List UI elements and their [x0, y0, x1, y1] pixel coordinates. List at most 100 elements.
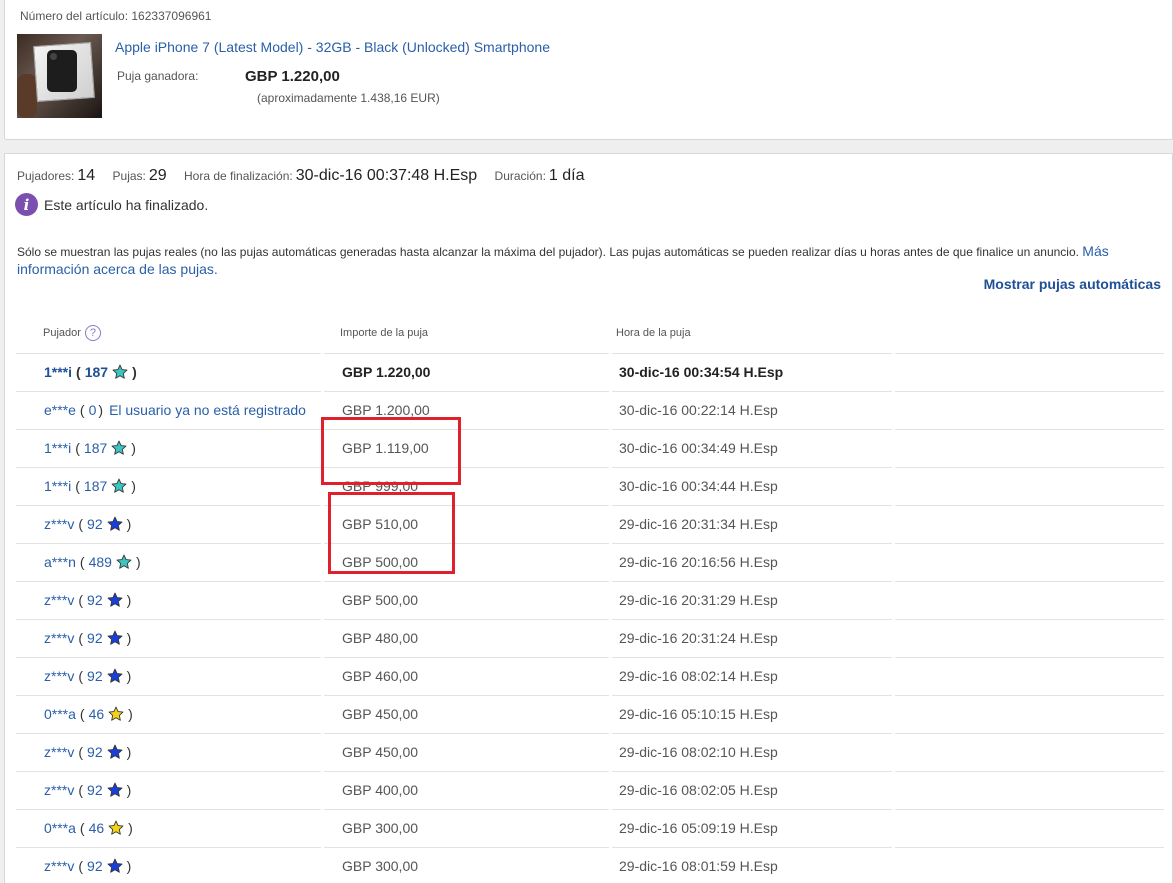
bid-time: 29-dic-16 08:01:59 H.Esp: [612, 847, 892, 883]
bid-amount: GBP 1.220,00: [324, 353, 609, 390]
winning-bid-label: Puja ganadora:: [117, 69, 199, 83]
bid-amount: GBP 450,00: [324, 733, 609, 770]
bid-time: 29-dic-16 05:09:19 H.Esp: [612, 809, 892, 846]
bidder-name[interactable]: a***n: [44, 554, 76, 570]
feedback-score[interactable]: 92: [87, 516, 103, 532]
table-row: 1***i(187) GBP 1.220,00 30-dic-16 00:34:54…: [16, 353, 1164, 391]
bids-count: 29: [148, 167, 167, 184]
table-row: z***v(92) GBP 450,00 29-dic-16 08:02:10 H.…: [16, 733, 1164, 771]
bidder-cell: z***v(92): [16, 771, 321, 808]
bidder-name[interactable]: z***v: [44, 630, 74, 646]
feedback-score[interactable]: 92: [87, 782, 103, 798]
bidders-count: 14: [77, 167, 96, 184]
table-row: z***v(92) GBP 510,00 29-dic-16 20:31:34 H.…: [16, 505, 1164, 543]
feedback-score[interactable]: 46: [89, 820, 105, 836]
bidder-cell: z***v(92): [16, 847, 321, 883]
table-row: z***v(92) GBP 500,00 29-dic-16 20:31:29 H.…: [16, 581, 1164, 619]
bidder-cell: 1***i(187): [16, 429, 321, 466]
bidder-cell: 0***a(46): [16, 809, 321, 846]
end-time-value: 30-dic-16 00:37:48 H.Esp: [295, 167, 478, 184]
feedback-score[interactable]: 92: [87, 744, 103, 760]
table-row: 1***i(187) GBP 999,00 30-dic-16 00:34:44 H…: [16, 467, 1164, 505]
feedback-score[interactable]: 92: [87, 668, 103, 684]
feedback-score[interactable]: 92: [87, 630, 103, 646]
bid-rows: 1***i(187) GBP 1.220,00 30-dic-16 00:34:54…: [16, 353, 1164, 883]
bidder-name[interactable]: 0***a: [44, 820, 76, 836]
bid-amount: GBP 300,00: [324, 809, 609, 846]
show-automatic-bids-link[interactable]: Mostrar pujas automáticas: [984, 276, 1161, 292]
bid-amount: GBP 300,00: [324, 847, 609, 883]
help-icon[interactable]: ?: [84, 325, 101, 341]
ended-notice-text: Este artículo ha finalizado.: [44, 196, 209, 213]
bid-time: 29-dic-16 20:31:29 H.Esp: [612, 581, 892, 618]
header-time: Hora de la puja: [616, 327, 691, 339]
feedback-star-icon[interactable]: [116, 554, 132, 570]
end-time-label: Hora de finalización:: [184, 169, 293, 183]
unregistered-note: El usuario ya no está registrado: [109, 402, 306, 418]
bidder-cell: z***v(92): [16, 657, 321, 694]
feedback-score[interactable]: 92: [87, 592, 103, 608]
bidder-name[interactable]: z***v: [44, 858, 74, 874]
item-summary-card: Número del artículo: 162337096961 Apple …: [4, 0, 1173, 140]
feedback-star-icon[interactable]: [107, 516, 123, 532]
bidder-cell: 1***i(187): [16, 353, 321, 390]
feedback-star-icon[interactable]: [107, 858, 123, 874]
bid-time: 29-dic-16 08:02:14 H.Esp: [612, 657, 892, 694]
feedback-score[interactable]: 187: [84, 440, 107, 456]
table-row: 0***a(46) GBP 300,00 29-dic-16 05:09:19 H.…: [16, 809, 1164, 847]
table-row: 0***a(46) GBP 450,00 29-dic-16 05:10:15 H.…: [16, 695, 1164, 733]
info-icon: i: [15, 193, 38, 216]
feedback-score[interactable]: 489: [89, 554, 112, 570]
winning-bid-approx: (aproximadamente 1.438,16 EUR): [257, 91, 440, 105]
feedback-star-icon[interactable]: [108, 706, 124, 722]
bidder-cell: e***e(0 ) El usuario ya no está registrad…: [16, 391, 321, 428]
bid-table: Pujador? Importe de la puja Hora de la p…: [16, 309, 1164, 883]
bidder-name[interactable]: z***v: [44, 592, 74, 608]
bidder-cell: z***v(92): [16, 505, 321, 542]
highlight-box: [321, 417, 461, 485]
bid-time: 29-dic-16 20:16:56 H.Esp: [612, 543, 892, 580]
table-row: 1***i(187) GBP 1.119,00 30-dic-16 00:34:49…: [16, 429, 1164, 467]
bid-time: 29-dic-16 20:31:24 H.Esp: [612, 619, 892, 656]
bidder-cell: a***n(489): [16, 543, 321, 580]
table-row: z***v(92) GBP 460,00 29-dic-16 08:02:14 H.…: [16, 657, 1164, 695]
bidder-name[interactable]: z***v: [44, 668, 74, 684]
highlight-box: [328, 492, 455, 574]
disclaimer-text: Sólo se muestran las pujas reales (no la…: [17, 245, 1083, 259]
feedback-star-icon[interactable]: [112, 364, 128, 380]
feedback-score[interactable]: 187: [85, 364, 108, 380]
feedback-star-icon[interactable]: [108, 820, 124, 836]
bidder-name[interactable]: e***e: [44, 402, 76, 418]
feedback-score[interactable]: 0: [89, 402, 97, 418]
bidder-name[interactable]: z***v: [44, 516, 74, 532]
feedback-star-icon[interactable]: [107, 630, 123, 646]
feedback-star-icon[interactable]: [107, 782, 123, 798]
bid-time: 30-dic-16 00:34:54 H.Esp: [612, 353, 892, 390]
bidder-name[interactable]: 0***a: [44, 706, 76, 722]
ended-notice: i Este artículo ha finalizado.: [15, 193, 208, 216]
feedback-score[interactable]: 46: [89, 706, 105, 722]
bid-history-card: Pujadores: 14 Pujas: 29 Hora de finalizaci…: [4, 153, 1173, 883]
header-amount: Importe de la puja: [340, 327, 429, 339]
feedback-star-icon[interactable]: [111, 440, 127, 456]
feedback-star-icon[interactable]: [107, 592, 123, 608]
bidder-name[interactable]: 1***i: [44, 478, 71, 494]
feedback-star-icon[interactable]: [107, 668, 123, 684]
item-title-link[interactable]: Apple iPhone 7 (Latest Model) - 32GB - B…: [115, 39, 550, 55]
bidder-name[interactable]: z***v: [44, 744, 74, 760]
bid-amount: GBP 480,00: [324, 619, 609, 656]
feedback-star-icon[interactable]: [111, 478, 127, 494]
bidders-label: Pujadores:: [17, 169, 75, 183]
bidder-name[interactable]: 1***i: [44, 440, 71, 456]
feedback-star-icon[interactable]: [107, 744, 123, 760]
bid-time: 30-dic-16 00:34:49 H.Esp: [612, 429, 892, 466]
bidder-cell: 1***i(187): [16, 467, 321, 504]
feedback-score[interactable]: 187: [84, 478, 107, 494]
bidder-name[interactable]: z***v: [44, 782, 74, 798]
feedback-score[interactable]: 92: [87, 858, 103, 874]
bid-time: 30-dic-16 00:34:44 H.Esp: [612, 467, 892, 504]
winning-bid-price: GBP 1.220,00: [245, 68, 340, 85]
bidder-name[interactable]: 1***i: [44, 364, 72, 380]
item-thumbnail[interactable]: [17, 34, 102, 118]
bid-amount: GBP 500,00: [324, 581, 609, 618]
